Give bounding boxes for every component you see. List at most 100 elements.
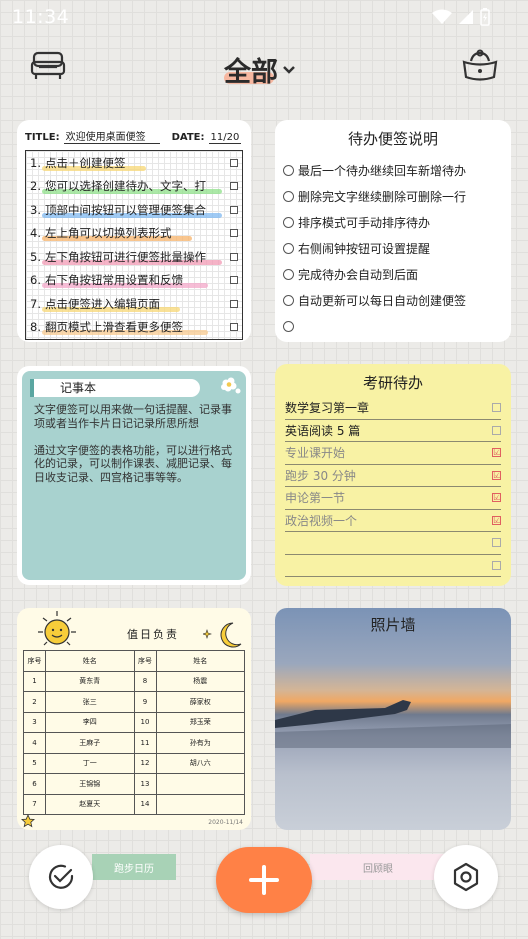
checkbox[interactable] xyxy=(230,252,238,261)
table-cell: 12 xyxy=(133,752,157,774)
todo-item: 申论第一节 ☑ xyxy=(285,487,501,510)
checkbox[interactable] xyxy=(230,158,238,167)
item-num: 6. xyxy=(30,273,41,288)
todo-text: 申论第一节 xyxy=(285,491,346,506)
checkbox-checked[interactable]: ☑ xyxy=(492,448,501,458)
checkbox[interactable] xyxy=(230,229,238,238)
table-row: 4 王麻子 11 孙有为 xyxy=(23,732,245,754)
radio-button[interactable] xyxy=(283,320,294,332)
list-item: 4. 左上角可以切换列表形式 xyxy=(26,222,242,246)
todo-item xyxy=(285,555,501,577)
table-cell: 6 xyxy=(23,773,46,795)
todo-item: 数学复习第一章 xyxy=(285,397,501,420)
table-row: 5 丁一 12 胡八六 xyxy=(23,752,245,774)
list-item: 6. 右下角按钮常用设置和反馈 xyxy=(26,269,242,293)
table-cell: 10 xyxy=(133,711,157,733)
note-card-todo-help[interactable]: 待办便签说明 最后一个待办继续回车新增待办 删除完文字继续删除可删除一行 排序模… xyxy=(275,120,511,342)
table-row: 2 张三 9 薛家权 xyxy=(23,691,245,713)
plus-icon xyxy=(249,865,279,895)
layout-toggle-button[interactable] xyxy=(26,44,70,88)
notebook-tab: 记事本 xyxy=(30,379,200,397)
signal-icon xyxy=(459,10,473,24)
settings-button[interactable] xyxy=(434,845,498,909)
page-title: 全部 xyxy=(224,57,278,88)
radio-button[interactable] xyxy=(283,164,294,176)
date-label: DATE: xyxy=(171,132,205,143)
note-card-photo-wall[interactable]: 照片墙 xyxy=(275,608,511,830)
checkbox[interactable] xyxy=(492,425,501,435)
column-header: 姓名 xyxy=(45,650,135,672)
todo-text: 排序模式可手动排序待办 xyxy=(298,215,431,230)
table-cell: 1 xyxy=(23,670,46,692)
table-row: 6 王锦锦 13 xyxy=(23,773,245,795)
date-value: 11/20 xyxy=(208,132,242,144)
checkbox[interactable] xyxy=(492,538,501,548)
checkbox[interactable] xyxy=(230,182,238,191)
checkbox-checked[interactable]: ☑ xyxy=(492,493,501,503)
item-text: 点击便签进入编辑页面 xyxy=(44,296,160,311)
note-card-welcome[interactable]: TITLE: 欢迎使用桌面便签 DATE: 11/20 1. 点击＋创建便签 2.… xyxy=(17,120,251,342)
list-item: 1. 点击＋创建便签 xyxy=(26,151,242,175)
duty-title: 值日负责 xyxy=(127,628,179,641)
add-note-button[interactable] xyxy=(216,847,312,913)
checkbox[interactable] xyxy=(492,403,501,413)
radio-button[interactable] xyxy=(283,190,294,202)
todo-text: 自动更新可以每日自动创建便签 xyxy=(298,293,467,308)
battery-icon xyxy=(480,8,490,26)
radio-button[interactable] xyxy=(283,242,294,254)
table-cell: 7 xyxy=(23,793,46,815)
todo-text: 英语阅读 5 篇 xyxy=(285,423,361,438)
collection-selector[interactable]: 全部 xyxy=(224,50,296,89)
status-time: 11:34 xyxy=(12,6,70,28)
notebook-body: 记事本 文字便签可以用来做一句话提醒、记录事项或者当作卡片日记记录所思所想 通过… xyxy=(22,371,246,580)
top-bar: 全部 xyxy=(0,44,528,94)
checkbox[interactable] xyxy=(492,560,501,570)
todo-item: 跑步 30 分钟 ☑ xyxy=(285,465,501,487)
table-cell: 5 xyxy=(23,752,46,774)
notebook-tab-label: 记事本 xyxy=(60,381,97,395)
table-cell: 11 xyxy=(133,732,157,754)
checkbox-checked[interactable]: ☑ xyxy=(492,515,501,525)
item-num: 4. xyxy=(30,226,41,241)
status-icons xyxy=(432,8,490,26)
table-row: 7 赵夏天 14 xyxy=(23,793,245,815)
batch-select-button[interactable] xyxy=(29,845,93,909)
todo-text: 跑步 30 分钟 xyxy=(285,468,356,483)
table-cell: 4 xyxy=(23,732,46,754)
status-bar: 11:34 xyxy=(0,0,528,36)
checkbox[interactable] xyxy=(230,323,238,332)
item-num: 2. xyxy=(30,179,41,194)
duty-date: 2020-11/14 xyxy=(208,819,243,826)
table-cell: 丁一 xyxy=(45,752,135,774)
title-value: 欢迎使用桌面便签 xyxy=(63,128,160,144)
item-text: 左下角按钮可进行便签批量操作 xyxy=(44,249,206,264)
sun-icon xyxy=(38,611,76,646)
note-card-notebook[interactable]: 记事本 文字便签可以用来做一句话提醒、记录事项或者当作卡片日记记录所思所想 通过… xyxy=(17,366,251,585)
item-num: 7. xyxy=(30,296,41,311)
peek-card-label: 跑步日历 xyxy=(114,863,154,875)
item-num: 3. xyxy=(30,202,41,217)
note-card-duty[interactable]: 值日负责 序号 姓名 序号 姓名 1 黄东青 8 杨震 2 张三 9 薛家权 3 李四 10 郑玉… xyxy=(17,608,251,830)
table-cell: 孙有为 xyxy=(155,732,245,754)
chevron-down-icon xyxy=(283,65,295,74)
todo-text: 数学复习第一章 xyxy=(285,401,370,416)
item-num: 1. xyxy=(30,155,41,170)
radio-button[interactable] xyxy=(283,268,294,280)
peek-card-run-calendar[interactable]: 跑步日历 xyxy=(92,854,176,880)
note-card-exam[interactable]: 考研待办 数学复习第一章 英语阅读 5 篇 专业课开始 ☑ 跑步 30 分钟 ☑ 申… xyxy=(275,364,511,586)
radio-button[interactable] xyxy=(283,294,294,306)
check-circle-icon xyxy=(48,864,74,889)
table-cell: 13 xyxy=(133,773,157,795)
checkbox[interactable] xyxy=(230,205,238,214)
chest-button[interactable] xyxy=(458,44,502,88)
peek-card-review[interactable]: 回顾眼 xyxy=(310,854,446,880)
checkbox-checked[interactable]: ☑ xyxy=(492,470,501,480)
list-item: 3. 顶部中间按钮可以管理便签集合 xyxy=(26,198,242,222)
table-cell: 薛家权 xyxy=(155,691,245,713)
checkbox[interactable] xyxy=(230,276,238,285)
radio-button[interactable] xyxy=(283,216,294,228)
table-cell: 王麻子 xyxy=(45,732,135,754)
checklist-grid: 1. 点击＋创建便签 2. 您可以选择创建待办、文字、打 3. 顶部中间按钮可以管理便… xyxy=(25,150,243,340)
table-row: 3 李四 10 郑玉荣 xyxy=(23,711,245,733)
checkbox[interactable] xyxy=(230,299,238,308)
